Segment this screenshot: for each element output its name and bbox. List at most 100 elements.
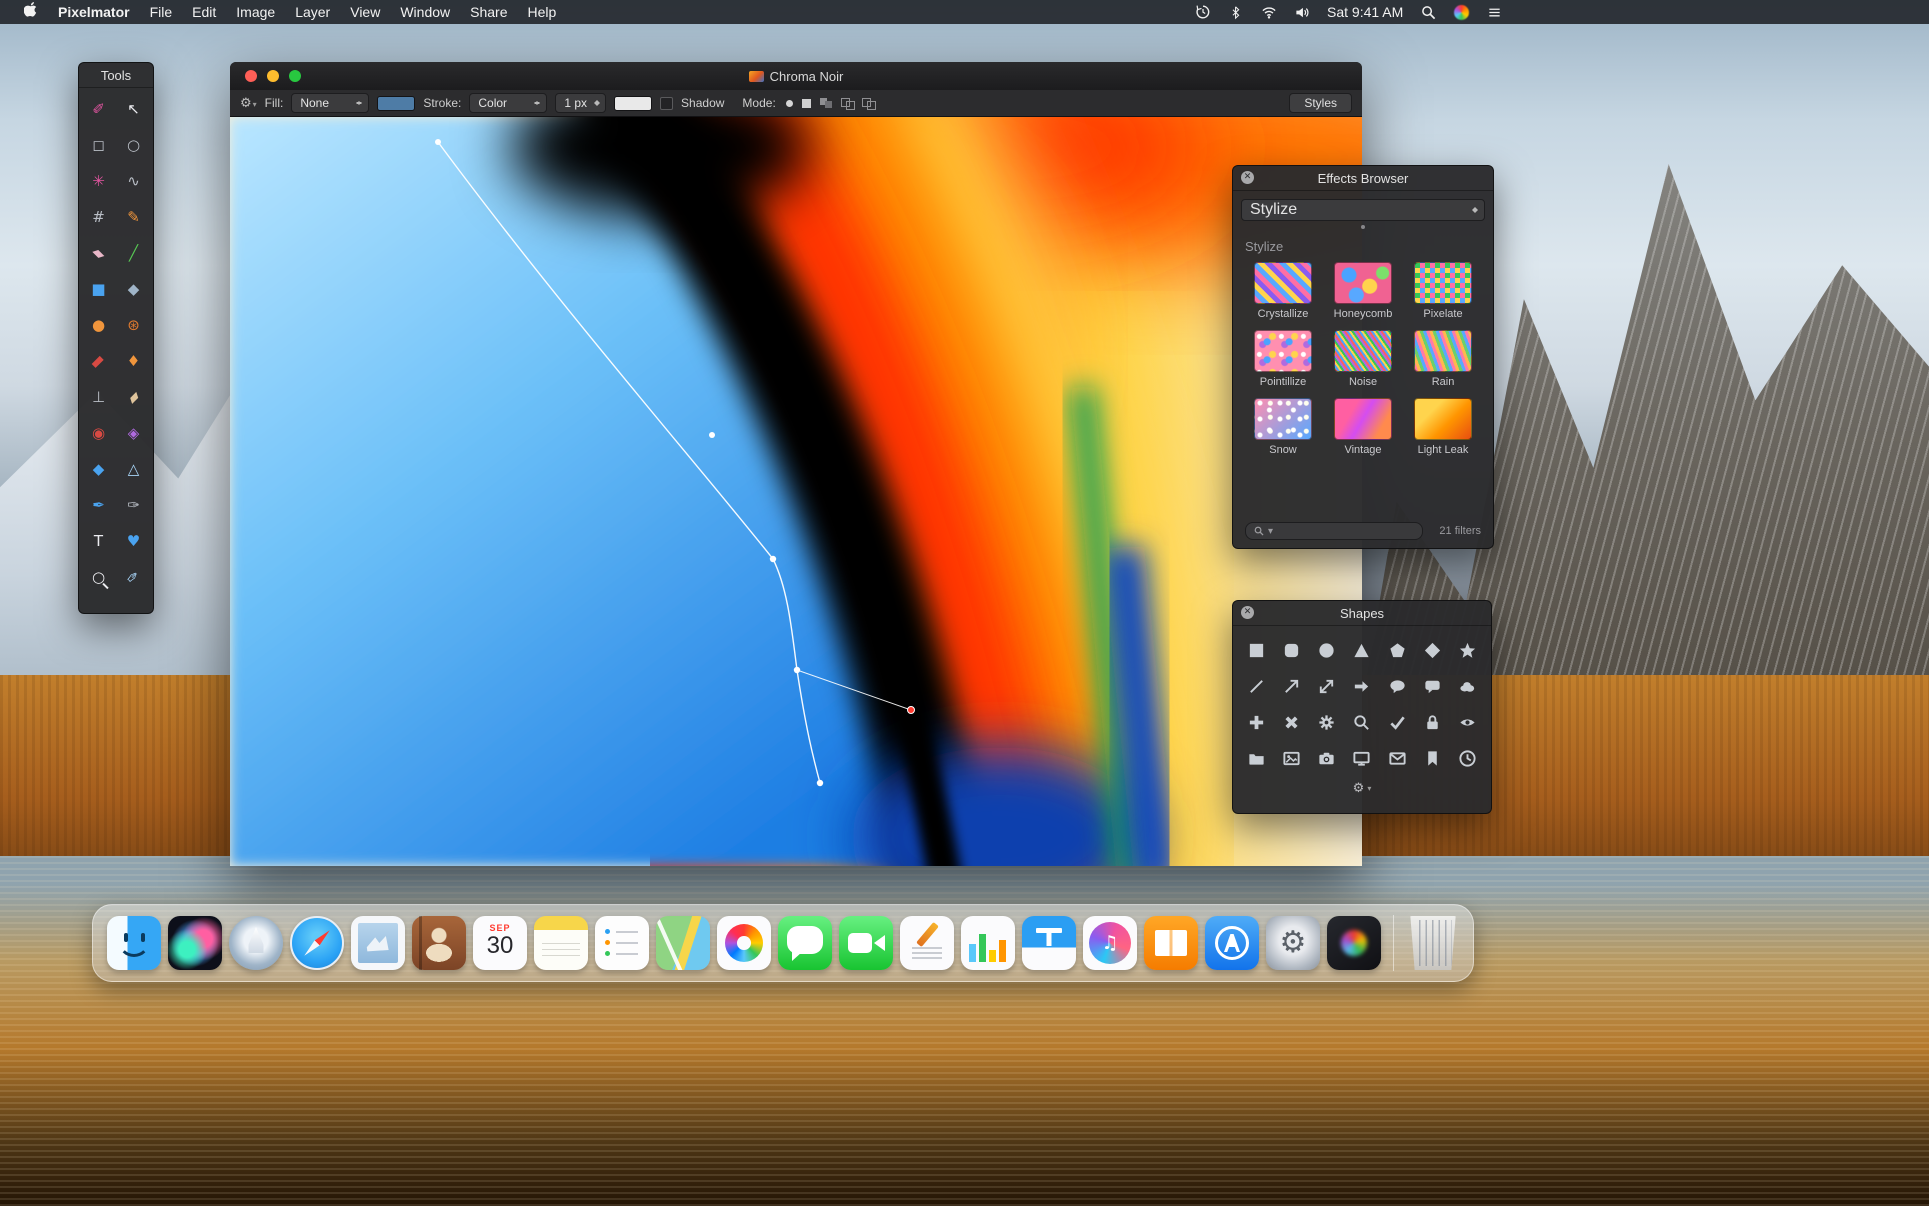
mode-circle-button[interactable] xyxy=(785,99,793,107)
spotlight-icon[interactable] xyxy=(1420,4,1436,20)
paint-bucket-tool[interactable]: ◆ xyxy=(116,271,151,307)
crop-tool[interactable]: # xyxy=(81,199,116,235)
dock-trash-icon[interactable] xyxy=(1410,916,1456,970)
shape-line[interactable] xyxy=(1239,668,1274,704)
dock-facetime-icon[interactable] xyxy=(839,916,893,970)
dock-keynote-icon[interactable] xyxy=(1022,916,1076,970)
effect-pixelate[interactable]: Pixelate xyxy=(1403,262,1483,320)
pencil-tool[interactable]: ✎ xyxy=(116,199,151,235)
stroke-color-swatch[interactable] xyxy=(614,95,653,111)
shape-triangle[interactable] xyxy=(1344,632,1379,668)
menu-help[interactable]: Help xyxy=(517,0,566,24)
mode-overlap-button[interactable] xyxy=(819,98,832,108)
shape-gear[interactable] xyxy=(1309,704,1344,740)
notification-center-icon[interactable] xyxy=(1486,4,1502,20)
freeform-pen-tool[interactable]: ✑ xyxy=(116,487,151,523)
effect-light-leak[interactable]: Light Leak xyxy=(1403,398,1483,456)
dock-contacts-icon[interactable] xyxy=(412,916,466,970)
dock-reminders-icon[interactable] xyxy=(595,916,649,970)
styles-button[interactable]: Styles xyxy=(1289,93,1352,113)
zoom-tool[interactable]: ○ xyxy=(81,559,116,595)
shape-checkmark[interactable] xyxy=(1380,704,1415,740)
dock-maps-icon[interactable] xyxy=(656,916,710,970)
close-icon[interactable]: ✕ xyxy=(1241,171,1254,184)
ellipse-select-tool[interactable]: ○ xyxy=(116,127,151,163)
line-tool[interactable]: ╱ xyxy=(116,235,151,271)
effects-search-input[interactable]: ▾ xyxy=(1245,522,1423,540)
fill-select[interactable]: None xyxy=(291,93,370,113)
shape-arrow-right[interactable] xyxy=(1344,668,1379,704)
shape-clock[interactable] xyxy=(1450,740,1485,776)
stroke-width-stepper[interactable]: 1 px xyxy=(555,93,607,113)
shadow-checkbox[interactable] xyxy=(660,96,674,110)
volume-icon[interactable] xyxy=(1294,4,1310,20)
effect-snow[interactable]: Snow xyxy=(1243,398,1323,456)
time-machine-icon[interactable] xyxy=(1195,4,1211,20)
shape-camera[interactable] xyxy=(1309,740,1344,776)
tool-options-button[interactable]: ⚙▾ xyxy=(240,96,257,111)
menu-image[interactable]: Image xyxy=(226,0,285,24)
shape-picture[interactable] xyxy=(1274,740,1309,776)
close-window-button[interactable] xyxy=(245,70,257,82)
blur-tool[interactable]: ◆ xyxy=(81,451,116,487)
dock-photos-icon[interactable] xyxy=(717,916,771,970)
shape-rounded-square[interactable] xyxy=(1274,632,1309,668)
shape-square[interactable] xyxy=(1239,632,1274,668)
zoom-window-button[interactable] xyxy=(289,70,301,82)
mode-subtract-button[interactable] xyxy=(861,98,876,110)
shape-cloud[interactable] xyxy=(1450,668,1485,704)
effect-rain[interactable]: Rain xyxy=(1403,330,1483,388)
quick-select-tool[interactable]: ✳ xyxy=(81,163,116,199)
rect-select-tool[interactable]: ◻ xyxy=(81,127,116,163)
smudge-tool[interactable]: ⊛ xyxy=(116,307,151,343)
shape-arrow-up-right[interactable] xyxy=(1274,668,1309,704)
dock-app-store-icon[interactable] xyxy=(1205,916,1259,970)
wifi-icon[interactable] xyxy=(1261,4,1277,20)
eraser-tool[interactable]: ▰ xyxy=(81,235,116,271)
menu-view[interactable]: View xyxy=(340,0,390,24)
eyedropper-tool[interactable]: ✑ xyxy=(116,559,151,595)
color-fill-tool[interactable]: ■ xyxy=(81,271,116,307)
bluetooth-icon[interactable] xyxy=(1228,4,1244,20)
dock-itunes-icon[interactable]: ♫ xyxy=(1083,916,1137,970)
shape-magnifier[interactable] xyxy=(1344,704,1379,740)
brush-tool[interactable]: ▮ xyxy=(81,343,116,379)
siri-icon[interactable] xyxy=(1453,4,1469,20)
shape-speech-bubble-rect[interactable] xyxy=(1415,668,1450,704)
dock-pages-icon[interactable] xyxy=(900,916,954,970)
shape-arrow-double[interactable] xyxy=(1309,668,1344,704)
effect-pointillize[interactable]: Pointillize xyxy=(1243,330,1323,388)
warp-tool[interactable]: ♦ xyxy=(116,343,151,379)
shape-star[interactable] xyxy=(1450,632,1485,668)
window-titlebar[interactable]: Chroma Noir xyxy=(230,62,1362,90)
menu-app-name[interactable]: Pixelmator xyxy=(48,0,140,24)
type-tool[interactable]: T xyxy=(81,523,116,559)
close-icon[interactable]: ✕ xyxy=(1241,606,1254,619)
dock-messages-icon[interactable] xyxy=(778,916,832,970)
shape-circle[interactable] xyxy=(1309,632,1344,668)
menu-layer[interactable]: Layer xyxy=(285,0,340,24)
shape-envelope[interactable] xyxy=(1380,740,1415,776)
menu-file[interactable]: File xyxy=(140,0,183,24)
shape-eye[interactable] xyxy=(1450,704,1485,740)
shape-bookmark[interactable] xyxy=(1415,740,1450,776)
shape-lock[interactable] xyxy=(1415,704,1450,740)
shape-cross[interactable] xyxy=(1274,704,1309,740)
dock-siri-icon[interactable] xyxy=(168,916,222,970)
dock-pixelmator-icon[interactable] xyxy=(1327,916,1381,970)
pointer-tool[interactable]: ↖ xyxy=(116,91,151,127)
menu-share[interactable]: Share xyxy=(460,0,517,24)
effect-noise[interactable]: Noise xyxy=(1323,330,1403,388)
mode-outline-button[interactable] xyxy=(840,98,855,110)
dock-system-preferences-icon[interactable]: ⚙ xyxy=(1266,916,1320,970)
gradient-tool[interactable]: ● xyxy=(81,307,116,343)
menu-window[interactable]: Window xyxy=(390,0,460,24)
pen-tool[interactable]: ✒ xyxy=(81,487,116,523)
red-eye-tool[interactable]: ◉ xyxy=(81,415,116,451)
effect-vintage[interactable]: Vintage xyxy=(1323,398,1403,456)
menu-edit[interactable]: Edit xyxy=(182,0,226,24)
dock-launchpad-icon[interactable] xyxy=(229,916,283,970)
fill-color-swatch[interactable] xyxy=(377,95,416,111)
shape-display[interactable] xyxy=(1344,740,1379,776)
dock-calendar-icon[interactable]: SEP 30 xyxy=(473,916,527,970)
